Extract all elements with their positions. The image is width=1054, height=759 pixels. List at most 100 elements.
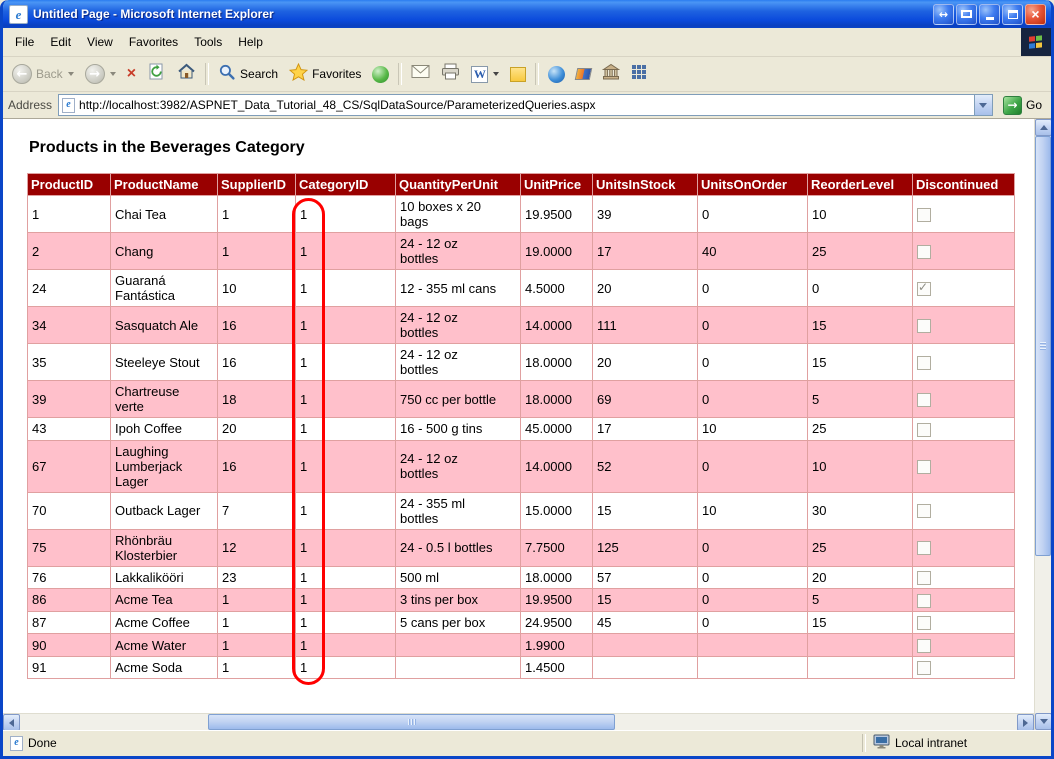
page-content: Products in the Beverages Category Produ… <box>3 119 1034 713</box>
quantityperunit-cell: 24 - 12 oz bottles <box>396 344 521 381</box>
column-header-unitprice: UnitPrice <box>521 174 593 196</box>
discontinued-cell <box>913 656 1015 679</box>
status-separator <box>862 734 866 752</box>
menu-edit[interactable]: Edit <box>42 32 79 52</box>
reorderlevel-cell: 25 <box>808 233 913 270</box>
discontinued-checkbox <box>917 460 931 474</box>
fullscreen-button[interactable]: ↔ <box>933 4 954 25</box>
supplierid-cell: 1 <box>218 634 296 657</box>
unitsonorder-cell <box>698 656 808 679</box>
unitsinstock-cell: 39 <box>593 196 698 233</box>
maximize-button[interactable] <box>1002 4 1023 25</box>
search-button[interactable]: Search <box>213 60 283 89</box>
reorderlevel-cell: 20 <box>808 566 913 589</box>
categoryid-cell: 1 <box>296 196 396 233</box>
discontinued-checkbox <box>917 541 931 555</box>
media-button[interactable] <box>367 63 394 86</box>
page-icon: e <box>62 98 75 113</box>
edit-button[interactable]: W <box>466 63 504 86</box>
unitsonorder-cell: 0 <box>698 381 808 418</box>
unitsinstock-cell: 20 <box>593 270 698 307</box>
screen-icon <box>961 10 972 18</box>
reorderlevel-cell: 15 <box>808 611 913 634</box>
home-button[interactable] <box>172 59 201 89</box>
favorites-label: Favorites <box>312 67 361 81</box>
favorites-button[interactable]: Favorites <box>284 60 366 89</box>
discuss-button[interactable] <box>505 64 531 85</box>
quantityperunit-cell: 750 cc per bottle <box>396 381 521 418</box>
print-button[interactable] <box>436 60 465 88</box>
grid-icon <box>631 64 647 85</box>
flag-icon <box>575 68 593 80</box>
column-header-supplierid: SupplierID <box>218 174 296 196</box>
categoryid-cell: 1 <box>296 233 396 270</box>
unitsonorder-cell: 10 <box>698 492 808 529</box>
messenger-button[interactable] <box>543 63 570 86</box>
quicklinks-button[interactable] <box>626 61 652 88</box>
supplierid-cell: 16 <box>218 440 296 492</box>
search-icon <box>218 63 236 86</box>
categoryid-cell: 1 <box>296 634 396 657</box>
toolbar-separator <box>398 63 402 85</box>
column-header-unitsonorder: UnitsOnOrder <box>698 174 808 196</box>
reorderlevel-cell: 25 <box>808 418 913 441</box>
flag-button[interactable] <box>571 65 596 83</box>
title-bar[interactable]: e Untitled Page - Microsoft Internet Exp… <box>3 0 1051 28</box>
unitsonorder-cell: 0 <box>698 589 808 612</box>
supplierid-cell: 1 <box>218 196 296 233</box>
reorderlevel-cell: 10 <box>808 196 913 233</box>
unitprice-cell: 4.5000 <box>521 270 593 307</box>
mail-button[interactable] <box>406 61 435 87</box>
back-button[interactable]: ← Back <box>7 61 79 87</box>
stop-button[interactable]: × <box>122 63 141 85</box>
zone-text: Local intranet <box>895 736 967 750</box>
menu-file[interactable]: File <box>7 32 42 52</box>
scroll-left-button[interactable] <box>3 714 20 731</box>
scroll-up-button[interactable] <box>1035 119 1052 136</box>
address-dropdown-button[interactable] <box>974 95 992 115</box>
horizontal-scrollbar[interactable] <box>3 713 1034 730</box>
quantityperunit-cell: 24 - 355 ml bottles <box>396 492 521 529</box>
computer-icon <box>873 734 890 752</box>
menu-tools[interactable]: Tools <box>186 32 230 52</box>
back-icon: ← <box>12 64 32 84</box>
unitprice-cell: 14.0000 <box>521 440 593 492</box>
productname-cell: Outback Lager <box>111 492 218 529</box>
refresh-button[interactable] <box>142 59 171 89</box>
horizontal-scroll-thumb[interactable] <box>208 714 615 730</box>
productname-cell: Laughing Lumberjack Lager <box>111 440 218 492</box>
vertical-scrollbar[interactable] <box>1034 119 1051 730</box>
forward-button[interactable]: → <box>80 61 121 87</box>
reorderlevel-cell: 10 <box>808 440 913 492</box>
vertical-scroll-thumb[interactable] <box>1035 136 1051 556</box>
scroll-right-button[interactable] <box>1017 714 1034 731</box>
close-button[interactable]: × <box>1025 4 1046 25</box>
product-row-34: 34Sasquatch Ale16124 - 12 oz bottles14.0… <box>28 307 1015 344</box>
scroll-down-button[interactable] <box>1035 713 1052 730</box>
productname-cell: Acme Tea <box>111 589 218 612</box>
chevron-down-icon <box>979 103 987 108</box>
reorderlevel-cell: 5 <box>808 381 913 418</box>
discontinued-checkbox <box>917 594 931 608</box>
menu-view[interactable]: View <box>79 32 121 52</box>
discontinued-checkbox <box>917 208 931 222</box>
supplierid-cell: 16 <box>218 344 296 381</box>
menu-help[interactable]: Help <box>230 32 271 52</box>
research-button[interactable] <box>597 60 625 88</box>
table-wrap: ProductIDProductNameSupplierIDCategoryID… <box>27 173 1015 679</box>
reorderlevel-cell <box>808 656 913 679</box>
productid-cell: 2 <box>28 233 111 270</box>
unitsinstock-cell: 15 <box>593 492 698 529</box>
close-icon: × <box>1031 7 1039 21</box>
minimize-button[interactable] <box>979 4 1000 25</box>
horizontal-scroll-track[interactable] <box>20 714 1017 730</box>
address-input[interactable]: e http://localhost:3982/ASPNET_Data_Tuto… <box>58 94 993 116</box>
go-button[interactable]: → Go <box>999 96 1046 115</box>
screen-button[interactable] <box>956 4 977 25</box>
vertical-scroll-track[interactable] <box>1035 136 1051 713</box>
column-header-discontinued: Discontinued <box>913 174 1015 196</box>
supplierid-cell: 1 <box>218 233 296 270</box>
productid-cell: 75 <box>28 529 111 566</box>
menu-favorites[interactable]: Favorites <box>121 32 186 52</box>
categoryid-cell: 1 <box>296 307 396 344</box>
